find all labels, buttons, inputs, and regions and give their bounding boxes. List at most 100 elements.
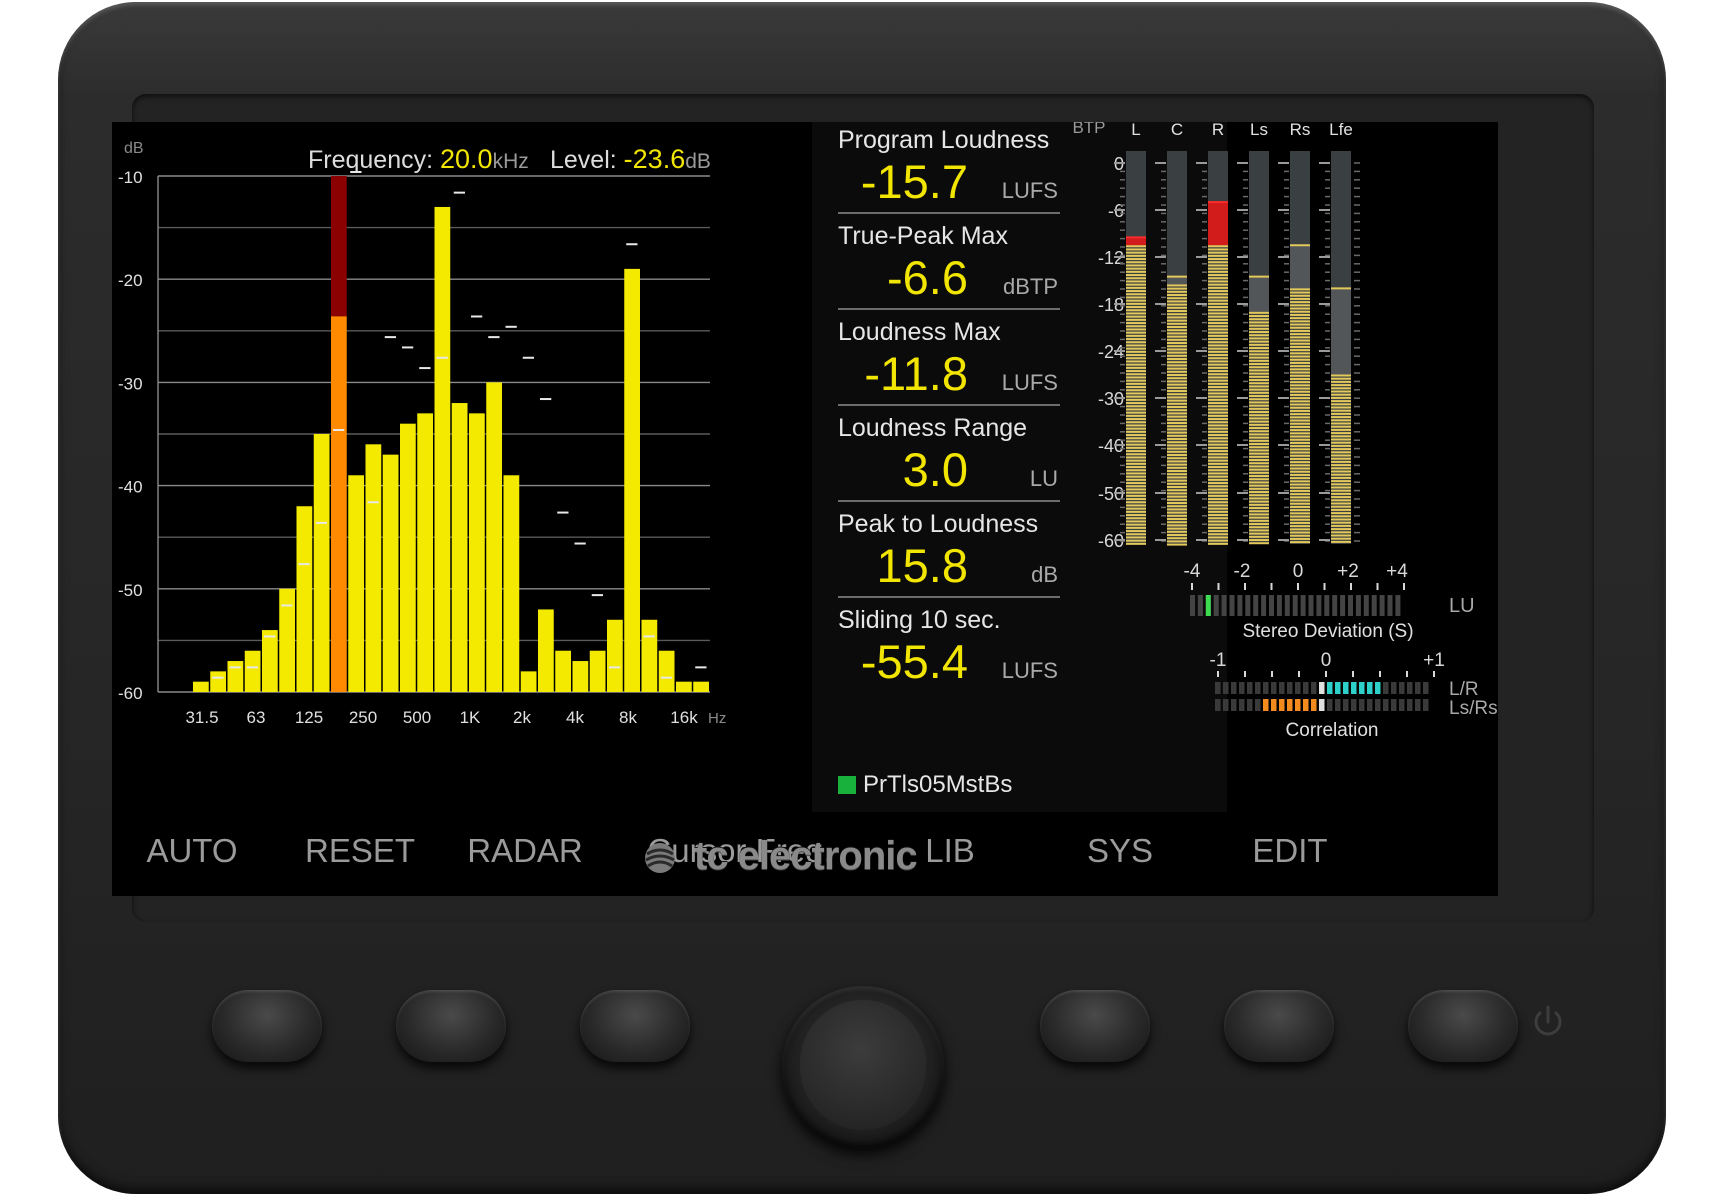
meter-segment bbox=[1208, 286, 1228, 289]
meter-segment bbox=[1167, 428, 1187, 431]
meter-segment bbox=[1126, 261, 1146, 264]
meter-segment bbox=[1126, 408, 1146, 411]
bar-highlight[interactable] bbox=[331, 316, 347, 692]
meter-segment bbox=[1249, 423, 1269, 426]
meter-segment bbox=[1167, 534, 1187, 537]
meter-segment bbox=[1331, 473, 1351, 476]
hardware-button-radar[interactable] bbox=[580, 990, 690, 1062]
hardware-button-auto[interactable] bbox=[212, 990, 322, 1062]
meter-segment bbox=[1249, 510, 1269, 513]
meter-segment bbox=[1126, 363, 1146, 366]
meter-segment bbox=[1331, 467, 1351, 470]
deviation-scale-label: +2 bbox=[1337, 561, 1359, 582]
bar bbox=[503, 475, 520, 692]
meter-segment bbox=[1290, 521, 1310, 524]
meter-segment bbox=[1249, 475, 1269, 478]
meter-segment bbox=[1249, 347, 1269, 350]
meter-segment bbox=[1249, 369, 1269, 372]
meter-peak-area bbox=[1167, 276, 1187, 285]
meter-segment bbox=[1167, 454, 1187, 457]
power-icon[interactable] bbox=[1528, 1002, 1568, 1042]
deviation-label: Stereo Deviation (S) bbox=[1242, 621, 1413, 642]
meter-segment bbox=[1290, 448, 1310, 451]
meter-segment bbox=[1290, 310, 1310, 313]
meter-segment bbox=[1167, 367, 1187, 370]
meter-segment bbox=[1208, 414, 1228, 417]
deviation-segment bbox=[1213, 595, 1219, 616]
correlation-label: Correlation bbox=[1286, 720, 1379, 741]
meter-segment bbox=[1167, 294, 1187, 297]
meter-segment bbox=[1208, 504, 1228, 507]
meter-segment bbox=[1249, 494, 1269, 497]
meter-segment bbox=[1126, 440, 1146, 443]
meter-segment bbox=[1208, 398, 1228, 401]
meter-segment bbox=[1126, 376, 1146, 379]
spectrum-chart: dB -10 -20 -30 -40 -50 -60 31.5 63 125 250 500 1K 2k 4… bbox=[118, 140, 726, 727]
meter-segment bbox=[1126, 302, 1146, 305]
meter-segment bbox=[1208, 264, 1228, 267]
meter-segment bbox=[1167, 543, 1187, 546]
meter-segment bbox=[1249, 455, 1269, 458]
meter-segment bbox=[1126, 293, 1146, 296]
meter-segment bbox=[1249, 311, 1269, 314]
meter-segment bbox=[1249, 395, 1269, 398]
metric-program-loudness: Program Loudness -15.7 LUFS bbox=[838, 124, 1060, 214]
meter-segment bbox=[1331, 540, 1351, 543]
meter-segment bbox=[1167, 402, 1187, 405]
meter-segment bbox=[1126, 280, 1146, 283]
meter-segment bbox=[1126, 245, 1146, 248]
correlation-segment bbox=[1303, 682, 1309, 694]
tc-logo-icon bbox=[645, 843, 675, 873]
meter-segment bbox=[1290, 512, 1310, 515]
meter-segment bbox=[1249, 372, 1269, 375]
metric-value: -11.8 bbox=[864, 347, 968, 400]
meter-segment bbox=[1208, 370, 1228, 373]
meter-segment bbox=[1290, 320, 1310, 323]
correlation-segment bbox=[1215, 682, 1221, 694]
metric-separator bbox=[838, 404, 1060, 406]
correlation-segment bbox=[1375, 699, 1381, 711]
bar bbox=[624, 268, 640, 692]
meter-segment bbox=[1249, 481, 1269, 484]
meter-segment bbox=[1208, 274, 1228, 277]
meter-segment bbox=[1126, 526, 1146, 529]
rotary-knob[interactable] bbox=[782, 986, 944, 1148]
meter-segment bbox=[1249, 462, 1269, 465]
meter-segment bbox=[1331, 428, 1351, 431]
hardware-button-lib[interactable] bbox=[1040, 990, 1150, 1062]
y-tick-label: -40 bbox=[118, 478, 143, 497]
deviation-segment bbox=[1229, 595, 1235, 616]
meter-segment bbox=[1208, 309, 1228, 312]
deviation-segment bbox=[1316, 595, 1322, 616]
correlation-segment bbox=[1223, 699, 1229, 711]
meter-segment bbox=[1126, 466, 1146, 469]
meter-segment bbox=[1208, 258, 1228, 261]
meter-segment bbox=[1208, 341, 1228, 344]
correlation-segment bbox=[1271, 682, 1277, 694]
meter-segment bbox=[1208, 277, 1228, 280]
meter-segment bbox=[1126, 373, 1146, 376]
meter-segment bbox=[1126, 312, 1146, 315]
correlation-segment bbox=[1327, 699, 1333, 711]
bar bbox=[400, 423, 416, 692]
meter-segment bbox=[1249, 420, 1269, 423]
correlation-row-label-lr: L/R bbox=[1449, 679, 1479, 700]
meter-segment bbox=[1167, 338, 1187, 341]
meter-segment bbox=[1290, 438, 1310, 441]
meter-segment bbox=[1208, 539, 1228, 542]
correlation-segment bbox=[1279, 682, 1285, 694]
hardware-button-sys[interactable] bbox=[1224, 990, 1334, 1062]
meter-segment bbox=[1167, 374, 1187, 377]
meter-over bbox=[1208, 202, 1228, 246]
meter-segment bbox=[1126, 331, 1146, 334]
meter-segment bbox=[1126, 462, 1146, 465]
channel-meters: dBTP0-6-12-18-24-30-40-50-60LCRLsRsLfe-4… bbox=[1072, 122, 1498, 741]
meter-segment bbox=[1167, 463, 1187, 466]
x-tick-label: 250 bbox=[349, 708, 377, 727]
bar bbox=[520, 671, 537, 692]
hardware-button-edit[interactable] bbox=[1408, 990, 1518, 1062]
hardware-button-reset[interactable] bbox=[396, 990, 506, 1062]
meter-segment bbox=[1249, 315, 1269, 318]
meter-segment bbox=[1331, 528, 1351, 531]
meter-segment bbox=[1290, 432, 1310, 435]
